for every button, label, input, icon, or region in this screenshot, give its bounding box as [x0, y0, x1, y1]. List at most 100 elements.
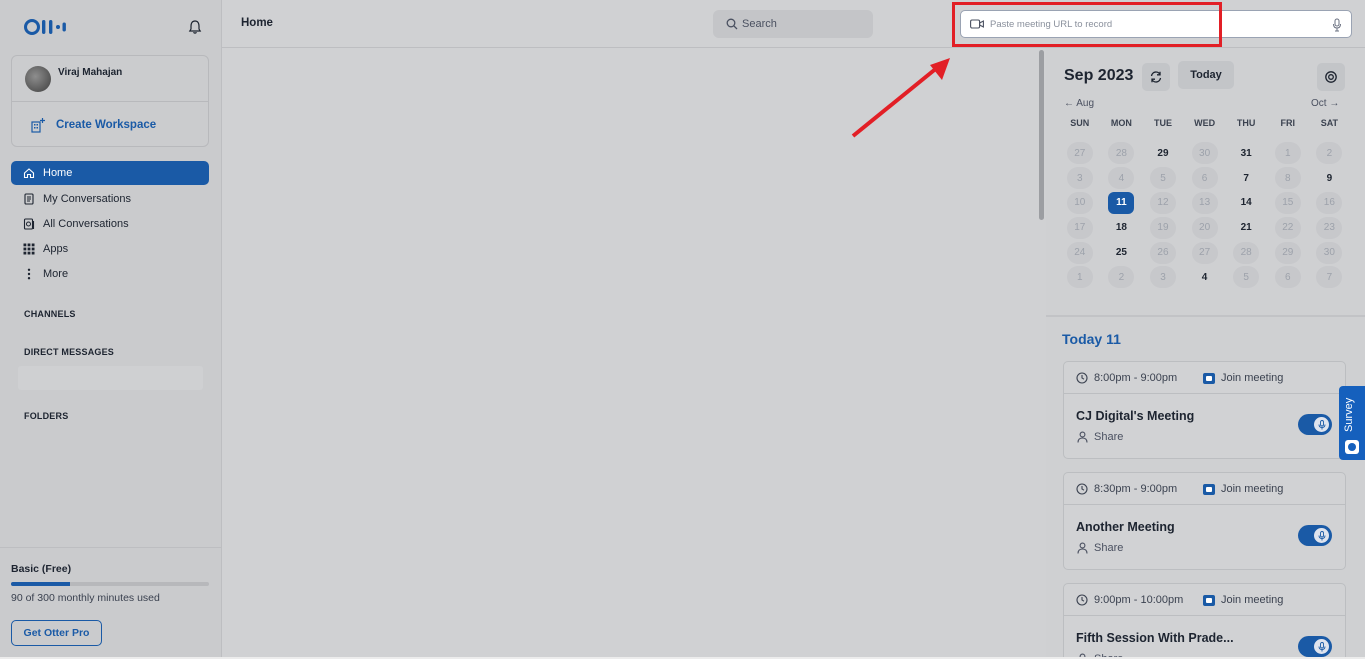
- create-workspace-button[interactable]: Create Workspace: [30, 117, 156, 133]
- calendar-day-number: 6: [1191, 167, 1218, 190]
- calendar-day[interactable]: 27: [1059, 141, 1101, 166]
- meeting-time: 9:00pm - 10:00pm: [1076, 594, 1183, 606]
- sidebar-item-all-conversations[interactable]: All Conversations: [11, 211, 209, 236]
- calendar-day[interactable]: 16: [1309, 191, 1351, 216]
- weekday-label: SUN: [1070, 118, 1090, 128]
- prev-month-link[interactable]: ← Aug: [1064, 98, 1094, 109]
- apps-grid-icon: [23, 243, 35, 254]
- microphone-icon: [1318, 530, 1325, 540]
- weekday-label: THU: [1236, 118, 1256, 128]
- calendar-day[interactable]: 28: [1101, 141, 1143, 166]
- meeting-card[interactable]: 8:30pm - 9:00pm Join meeting Another Meeti…: [1063, 472, 1346, 570]
- weekday-label: TUE: [1153, 118, 1172, 128]
- join-meeting-link[interactable]: Join meeting: [1203, 594, 1283, 606]
- calendar-day[interactable]: 25: [1101, 240, 1143, 265]
- meeting-url-field[interactable]: [960, 10, 1352, 38]
- calendar-day[interactable]: 27: [1184, 240, 1226, 265]
- channels-heading[interactable]: CHANNELS: [24, 309, 76, 319]
- calendar-day[interactable]: 29: [1267, 240, 1309, 265]
- calendar-day[interactable]: 3: [1142, 265, 1184, 290]
- auto-record-toggle[interactable]: [1298, 525, 1332, 546]
- calendar-day[interactable]: 9: [1309, 166, 1351, 191]
- video-camera-icon: [970, 19, 984, 29]
- auto-record-toggle[interactable]: [1298, 636, 1332, 657]
- today-button[interactable]: Today: [1178, 61, 1234, 89]
- calendar-day[interactable]: 2: [1309, 141, 1351, 166]
- calendar-day[interactable]: 23: [1309, 215, 1351, 240]
- calendar-day[interactable]: 5: [1142, 166, 1184, 191]
- calendar-day[interactable]: 19: [1142, 215, 1184, 240]
- calendar-day[interactable]: 3: [1059, 166, 1101, 191]
- calendar-day[interactable]: 4: [1184, 265, 1226, 290]
- calendar-day[interactable]: 24: [1059, 240, 1101, 265]
- meeting-time-text: 8:30pm - 9:00pm: [1094, 483, 1178, 495]
- calendar-day-number: 28: [1233, 241, 1260, 264]
- search-button[interactable]: Search: [713, 10, 873, 38]
- calendar-day[interactable]: 17: [1059, 215, 1101, 240]
- calendar-day[interactable]: 31: [1225, 141, 1267, 166]
- bell-icon[interactable]: [187, 19, 203, 35]
- meeting-title[interactable]: Fifth Session With Prade...: [1076, 631, 1234, 645]
- calendar-day[interactable]: 30: [1309, 240, 1351, 265]
- calendar-day[interactable]: 22: [1267, 215, 1309, 240]
- sidebar-item-label: Apps: [43, 242, 69, 255]
- calendar-day[interactable]: 1: [1059, 265, 1101, 290]
- calendar-day[interactable]: 28: [1225, 240, 1267, 265]
- refresh-button[interactable]: [1142, 63, 1170, 91]
- calendar-day-number: 12: [1149, 191, 1176, 214]
- direct-messages-heading[interactable]: DIRECT MESSAGES: [24, 347, 114, 357]
- calendar-day[interactable]: 21: [1225, 215, 1267, 240]
- meeting-url-input[interactable]: [990, 18, 1320, 30]
- share-button[interactable]: Share: [1077, 431, 1123, 443]
- sidebar-item-my-conversations[interactable]: My Conversations: [11, 186, 209, 211]
- folders-heading[interactable]: FOLDERS: [24, 411, 68, 421]
- auto-record-toggle[interactable]: [1298, 414, 1332, 435]
- otter-logo-icon[interactable]: [24, 17, 72, 37]
- calendar-day-number: 23: [1316, 216, 1343, 239]
- calendar-day[interactable]: 13: [1184, 191, 1226, 216]
- main-scrollbar[interactable]: [1039, 50, 1044, 220]
- calendar-day[interactable]: 7: [1309, 265, 1351, 290]
- calendar-day[interactable]: 20: [1184, 215, 1226, 240]
- calendar-day[interactable]: 1: [1267, 141, 1309, 166]
- calendar-day[interactable]: 5: [1225, 265, 1267, 290]
- calendar-day[interactable]: 26: [1142, 240, 1184, 265]
- get-otter-pro-button[interactable]: Get Otter Pro: [11, 620, 102, 646]
- calendar-day[interactable]: 4: [1101, 166, 1143, 191]
- calendar-day-number: 29: [1157, 147, 1169, 159]
- weekday-row: SUN MON TUE WED THU FRI SAT: [1059, 118, 1350, 128]
- meeting-card[interactable]: 9:00pm - 10:00pm Join meeting Fifth Sessio…: [1063, 583, 1346, 659]
- calendar-day[interactable]: 8: [1267, 166, 1309, 191]
- calendar-day[interactable]: 15: [1267, 191, 1309, 216]
- calendar-day-number: 31: [1240, 147, 1252, 159]
- calendar-day[interactable]: 6: [1267, 265, 1309, 290]
- calendar-settings-button[interactable]: [1317, 63, 1345, 91]
- survey-tab[interactable]: Survey: [1339, 386, 1365, 460]
- sidebar-item-apps[interactable]: Apps: [11, 236, 209, 261]
- calendar-day[interactable]: 6: [1184, 166, 1226, 191]
- next-month-link[interactable]: Oct →: [1311, 98, 1339, 109]
- calendar-day[interactable]: 14: [1225, 191, 1267, 216]
- calendar-day[interactable]: 10: [1059, 191, 1101, 216]
- share-button[interactable]: Share: [1077, 542, 1123, 554]
- calendar-day[interactable]: 11: [1101, 191, 1143, 216]
- meeting-card[interactable]: 8:00pm - 9:00pm Join meeting CJ Digital's …: [1063, 361, 1346, 459]
- profile-name[interactable]: Viraj Mahajan: [58, 67, 122, 78]
- sidebar-item-home[interactable]: Home: [11, 161, 209, 185]
- calendar-day[interactable]: 30: [1184, 141, 1226, 166]
- survey-label: Survey: [1343, 397, 1355, 432]
- calendar-day[interactable]: 29: [1142, 141, 1184, 166]
- join-meeting-link[interactable]: Join meeting: [1203, 372, 1283, 384]
- microphone-icon[interactable]: [1331, 18, 1343, 32]
- join-meeting-link[interactable]: Join meeting: [1203, 483, 1283, 495]
- calendar-day[interactable]: 12: [1142, 191, 1184, 216]
- calendar-day[interactable]: 7: [1225, 166, 1267, 191]
- join-meeting-label: Join meeting: [1221, 483, 1284, 495]
- calendar-day[interactable]: 18: [1101, 215, 1143, 240]
- calendar-day[interactable]: 2: [1101, 265, 1143, 290]
- meeting-title[interactable]: Another Meeting: [1076, 520, 1175, 534]
- microphone-icon: [1318, 641, 1325, 651]
- avatar[interactable]: [25, 66, 51, 92]
- meeting-title[interactable]: CJ Digital's Meeting: [1076, 409, 1194, 423]
- sidebar-item-more[interactable]: More: [11, 261, 209, 286]
